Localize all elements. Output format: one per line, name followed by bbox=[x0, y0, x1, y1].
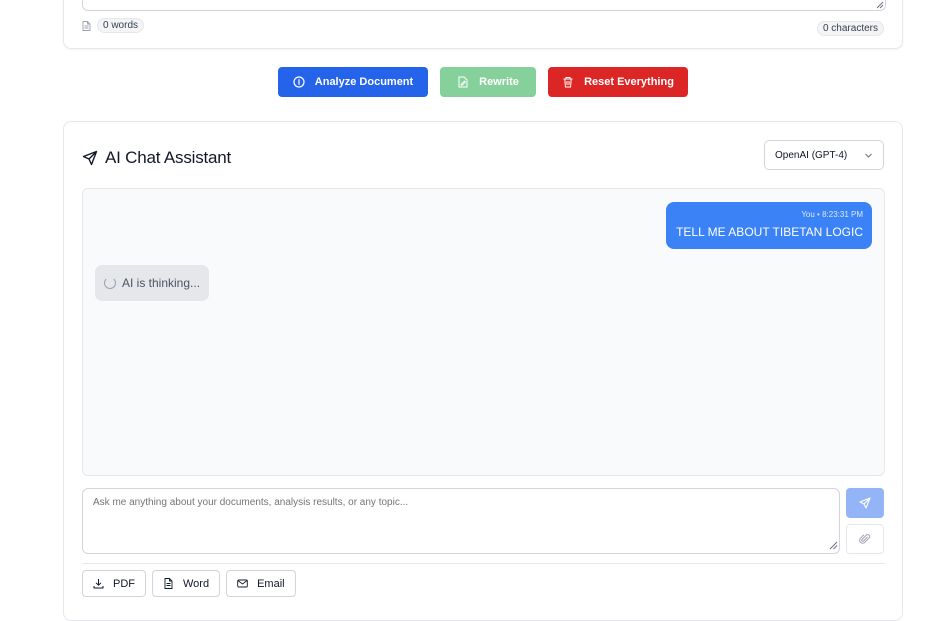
chat-messages-panel[interactable]: You • 8:23:31 PM TELL ME ABOUT TIBETAN L… bbox=[82, 188, 885, 476]
attach-button[interactable] bbox=[846, 524, 884, 554]
send-icon bbox=[859, 497, 871, 509]
divider bbox=[82, 563, 885, 564]
resize-grip-icon[interactable] bbox=[829, 541, 838, 550]
chat-header: AI Chat Assistant bbox=[82, 148, 231, 168]
reset-everything-label: Reset Everything bbox=[584, 76, 674, 88]
thinking-text: AI is thinking... bbox=[122, 276, 201, 290]
trash-icon bbox=[563, 77, 573, 88]
info-circle-icon bbox=[293, 76, 305, 88]
char-count-badge: 0 characters bbox=[816, 21, 884, 36]
file-edit-icon bbox=[458, 76, 468, 88]
rewrite-button[interactable]: Rewrite bbox=[440, 67, 536, 97]
rewrite-label: Rewrite bbox=[479, 76, 519, 88]
export-email-label: Email bbox=[257, 577, 285, 590]
user-message: You • 8:23:31 PM TELL ME ABOUT TIBETAN L… bbox=[666, 202, 872, 249]
reset-everything-button[interactable]: Reset Everything bbox=[548, 67, 688, 97]
send-plane-icon bbox=[82, 150, 98, 166]
word-count-badge: 0 words bbox=[97, 18, 145, 33]
analyze-document-button[interactable]: Analyze Document bbox=[278, 67, 428, 97]
model-select[interactable]: OpenAI (GPT-4) bbox=[764, 140, 884, 170]
chat-input[interactable] bbox=[82, 488, 840, 554]
file-text-icon bbox=[164, 578, 173, 589]
document-input-card: 0 words 0 characters bbox=[63, 0, 903, 49]
spinner-icon bbox=[104, 277, 116, 289]
export-row: PDF Word Email bbox=[82, 570, 296, 597]
chat-assistant-card: AI Chat Assistant OpenAI (GPT-4) You • 8… bbox=[63, 121, 903, 621]
analyze-document-label: Analyze Document bbox=[314, 76, 414, 88]
export-email-button[interactable]: Email bbox=[226, 570, 296, 597]
document-icon bbox=[82, 20, 91, 31]
export-word-button[interactable]: Word bbox=[152, 570, 221, 597]
message-meta: You • 8:23:31 PM bbox=[801, 210, 863, 219]
ai-thinking-indicator: AI is thinking... bbox=[95, 265, 210, 301]
chat-title: AI Chat Assistant bbox=[105, 148, 232, 167]
document-textarea[interactable] bbox=[82, 0, 886, 11]
char-count: 0 characters bbox=[816, 18, 884, 36]
model-select-value: OpenAI (GPT-4) bbox=[775, 149, 848, 161]
chevron-down-icon bbox=[865, 153, 872, 158]
message-text: TELL ME ABOUT TIBETAN LOGIC bbox=[676, 225, 863, 239]
action-button-row: Analyze Document Rewrite Reset Everythin… bbox=[0, 67, 941, 97]
export-pdf-label: PDF bbox=[113, 577, 135, 590]
export-word-label: Word bbox=[183, 577, 210, 590]
mail-icon bbox=[237, 579, 248, 588]
word-count: 0 words bbox=[82, 18, 145, 33]
paperclip-icon bbox=[859, 534, 871, 544]
export-pdf-button[interactable]: PDF bbox=[82, 570, 146, 597]
download-icon bbox=[93, 579, 104, 589]
resize-grip-icon[interactable] bbox=[876, 1, 884, 9]
send-button[interactable] bbox=[846, 488, 884, 518]
